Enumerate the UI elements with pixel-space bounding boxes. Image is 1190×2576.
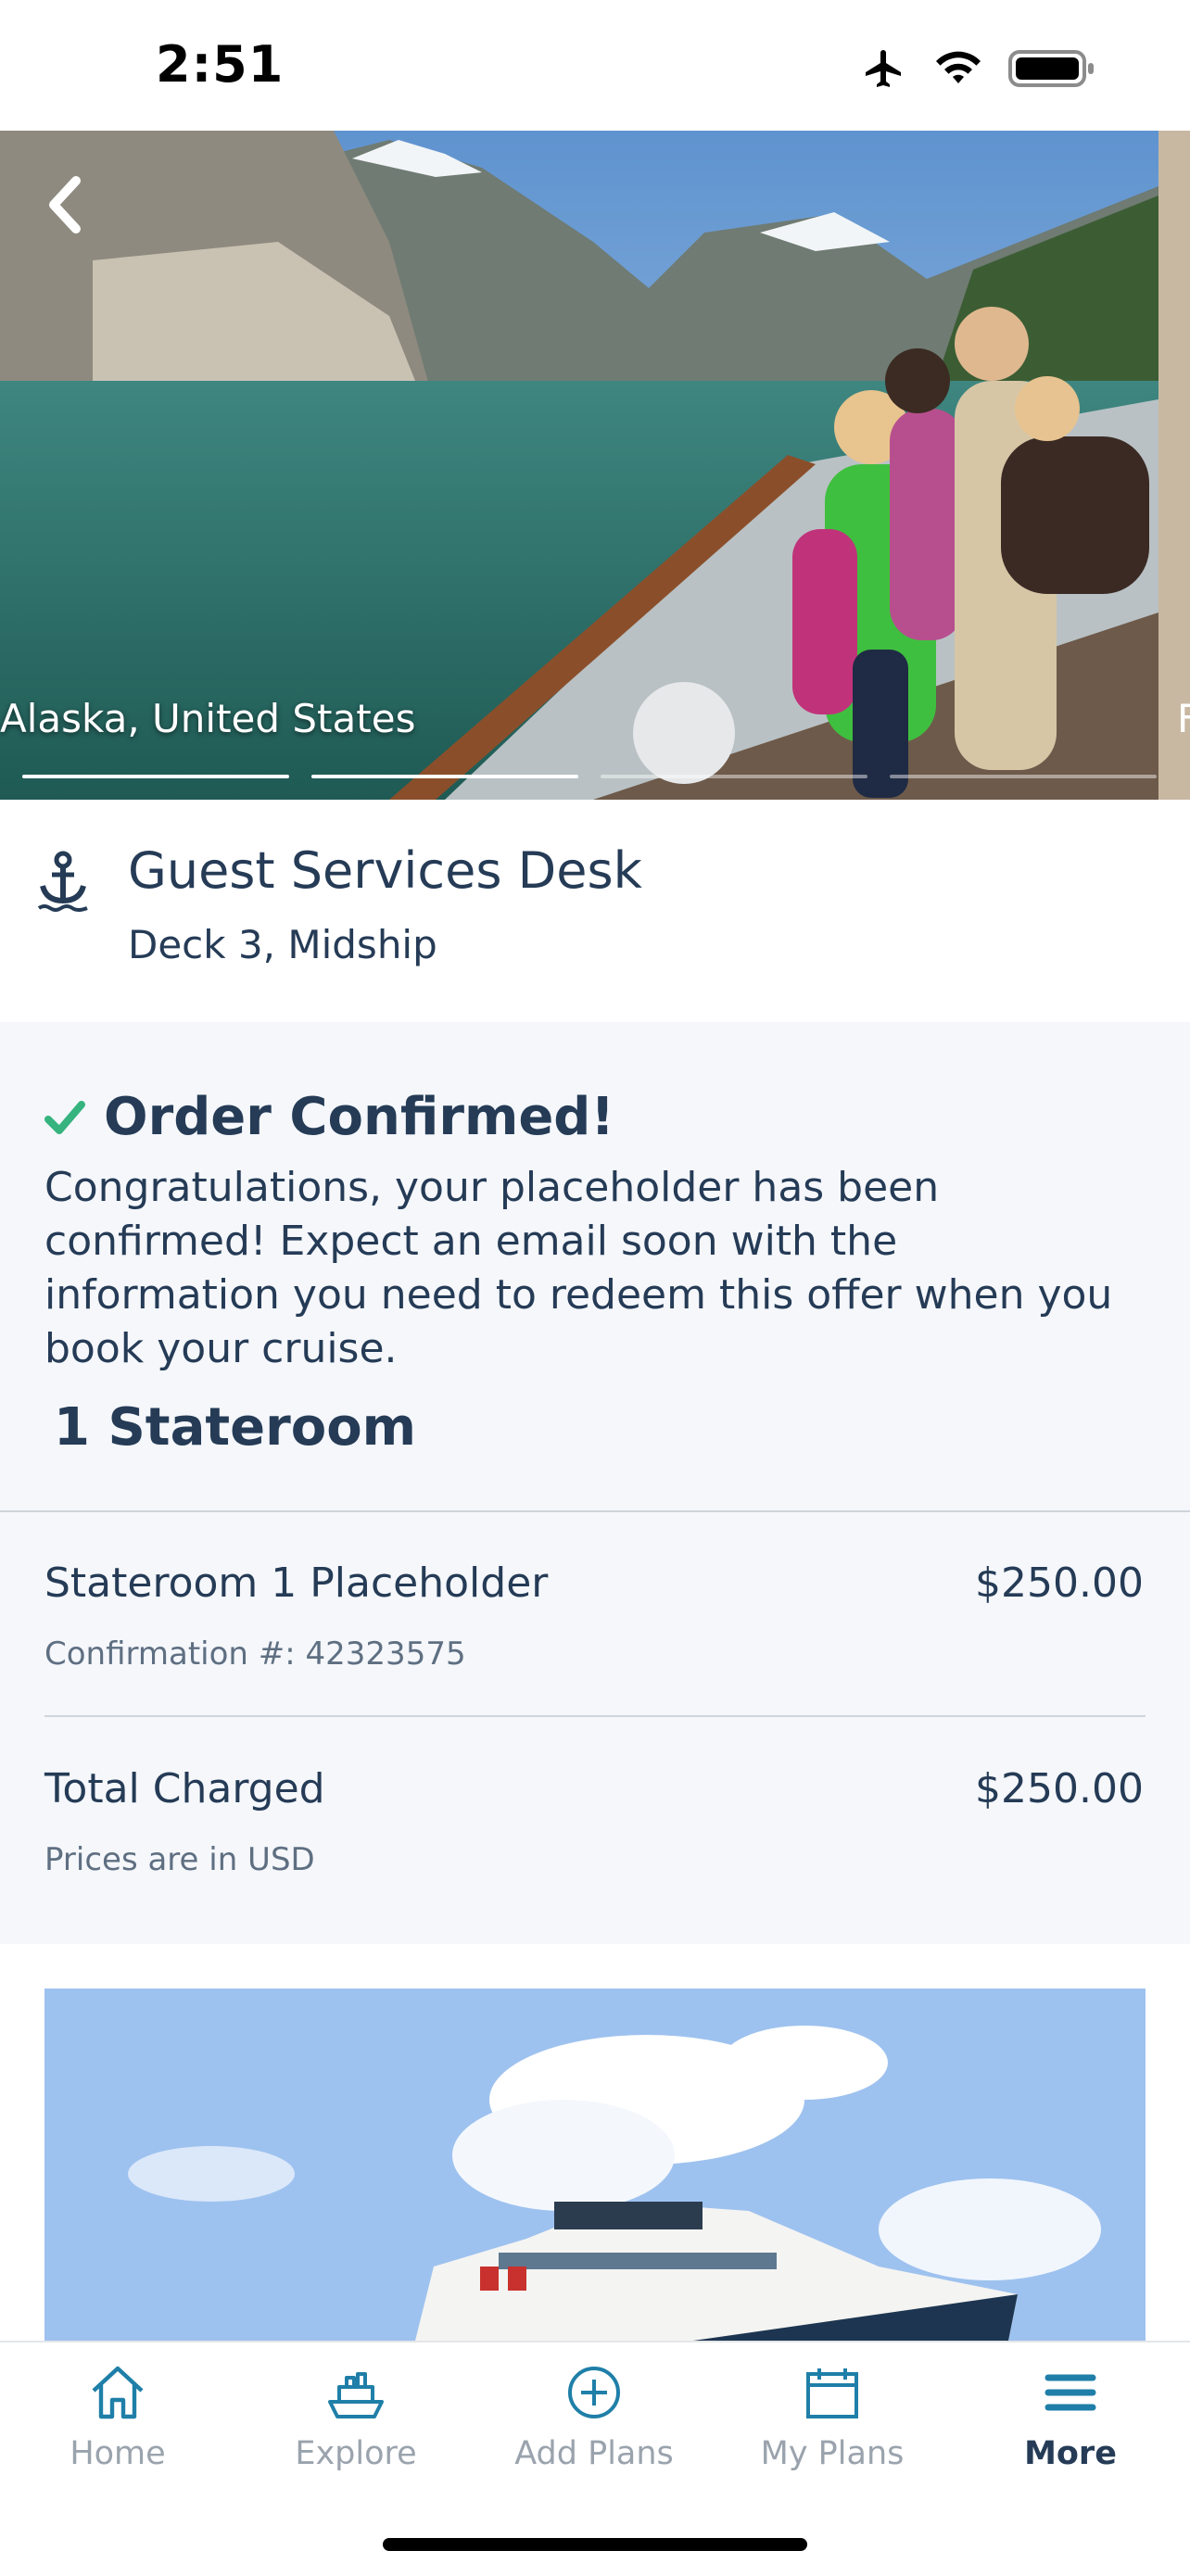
location-subtitle: Deck 3, Midship: [128, 922, 437, 967]
menu-icon: [1044, 2374, 1096, 2411]
airplane-icon: [866, 50, 901, 87]
divider: [44, 1715, 1146, 1717]
chevron-left-icon: [49, 176, 81, 234]
tab-label: Home: [70, 2435, 166, 2472]
confirmation-title: Order Confirmed!: [104, 1087, 614, 1147]
battery-icon: [1008, 50, 1094, 87]
confirmation-number: Confirmation #: 42323575: [44, 1635, 466, 1673]
pager-indicator: [890, 775, 1157, 778]
hero-carousel[interactable]: Alaska, United States F: [0, 131, 1190, 800]
status-bar: 2:51: [0, 0, 1190, 131]
divider: [0, 1510, 1190, 1512]
pager-indicator: [601, 775, 867, 778]
line-item-label: Stateroom 1 Placeholder: [44, 1559, 549, 1607]
confirmation-message: Congratulations, your placeholder has be…: [44, 1164, 1113, 1372]
tab-explore[interactable]: Explore: [254, 2361, 458, 2472]
order-heading: 1 Stateroom: [54, 1397, 417, 1458]
total-price: $250.00: [975, 1765, 1144, 1812]
tab-home[interactable]: Home: [16, 2361, 220, 2472]
pager-indicator: [311, 775, 578, 778]
ship-icon: [328, 2372, 384, 2418]
home-icon: [92, 2366, 144, 2419]
cruise-ship-photo: [44, 1989, 1146, 2341]
tab-label: My Plans: [760, 2435, 905, 2472]
total-label: Total Charged: [44, 1765, 325, 1812]
tab-label: More: [1024, 2435, 1117, 2472]
back-button[interactable]: [37, 168, 93, 242]
checkmark-icon: [44, 1100, 85, 1134]
line-item-price: $250.00: [975, 1559, 1144, 1607]
calendar-icon: [806, 2368, 858, 2418]
status-icons: [860, 46, 1097, 91]
home-indicator[interactable]: [383, 2538, 807, 2551]
confirmation-header: Order Confirmed!: [44, 1087, 614, 1147]
tab-more[interactable]: More: [968, 2361, 1172, 2472]
tab-label: Explore: [295, 2435, 417, 2472]
location-title: Guest Services Desk: [128, 841, 642, 900]
anchor-icon: [37, 851, 88, 912]
plus-circle-icon: [568, 2367, 620, 2418]
next-slide-caption: F: [1177, 696, 1190, 741]
pager-indicator: [22, 775, 289, 778]
carousel-pager: [22, 775, 1157, 778]
wifi-icon: [936, 51, 981, 83]
status-time: 2:51: [156, 35, 285, 94]
tab-add-plans[interactable]: Add Plans: [492, 2361, 696, 2472]
order-confirmation-panel: Order Confirmed! Congratulations, your p…: [0, 1022, 1190, 1944]
tab-my-plans[interactable]: My Plans: [730, 2361, 934, 2472]
location-header: Guest Services Desk Deck 3, Midship: [0, 800, 1190, 1022]
promo-image[interactable]: [44, 1989, 1146, 2341]
currency-note: Prices are in USD: [44, 1841, 315, 1878]
hero-location-caption: Alaska, United States: [0, 696, 416, 741]
tab-label: Add Plans: [514, 2435, 674, 2472]
